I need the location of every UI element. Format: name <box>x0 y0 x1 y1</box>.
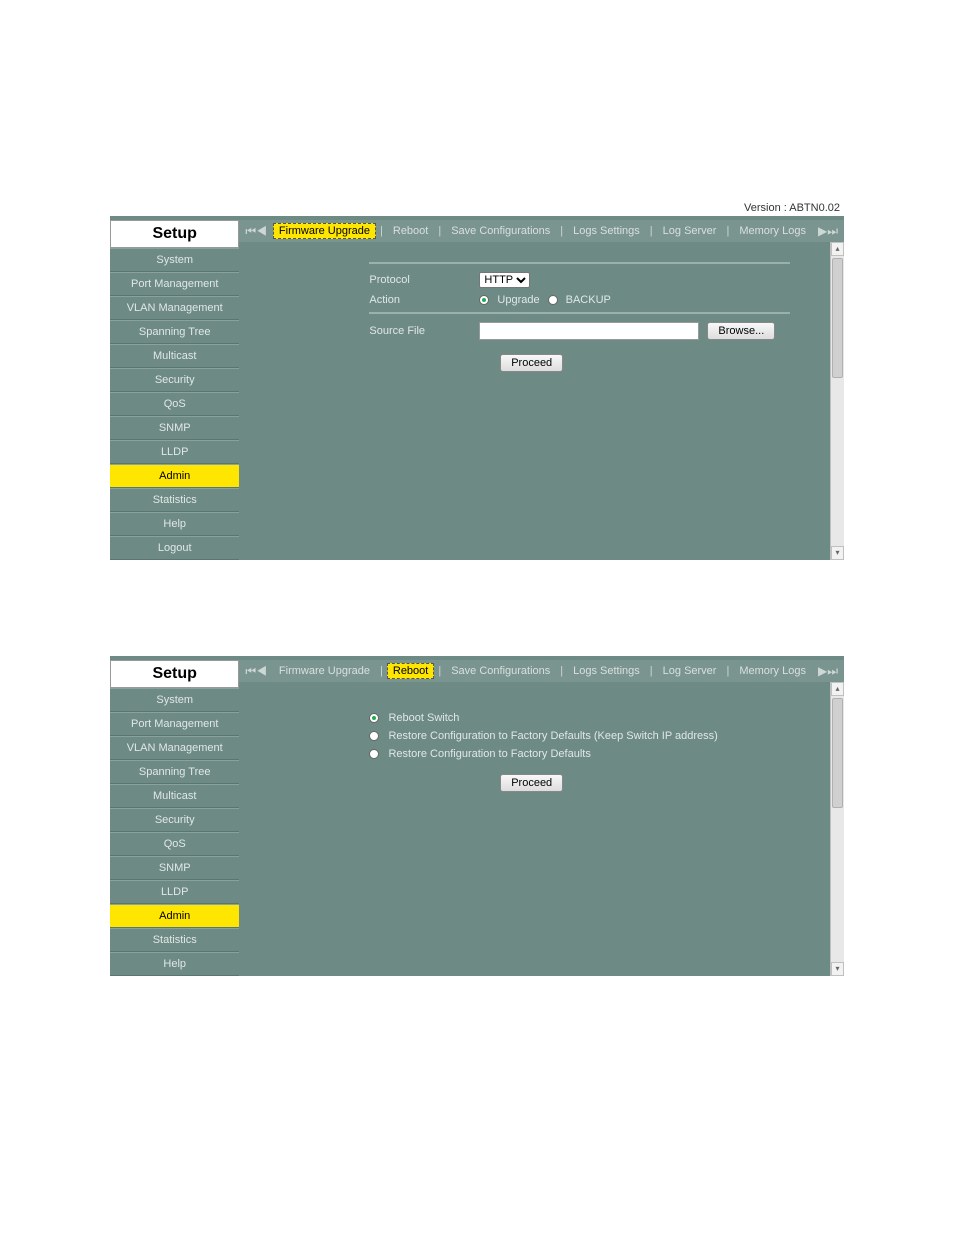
tab-separator: | <box>380 225 383 237</box>
sidebar-item-security[interactable]: Security <box>110 808 239 832</box>
browse-button[interactable]: Browse... <box>707 322 775 340</box>
sidebar-item-system[interactable]: System <box>110 248 239 272</box>
tab-separator: | <box>650 225 653 237</box>
sidebar-item-multicast[interactable]: Multicast <box>110 344 239 368</box>
sidebar-item-statistics[interactable]: Statistics <box>110 928 239 952</box>
sidebar-item-spanning-tree[interactable]: Spanning Tree <box>110 760 239 784</box>
sidebar-item-snmp[interactable]: SNMP <box>110 416 239 440</box>
restore-keepip-radio[interactable] <box>369 731 379 741</box>
sidebar-item-statistics[interactable]: Statistics <box>110 488 239 512</box>
reboot-switch-radio[interactable] <box>369 713 379 723</box>
sidebar-item-qos[interactable]: QoS <box>110 392 239 416</box>
scrollbar[interactable]: ▴ ▾ <box>830 242 844 560</box>
sidebar-item-lldp[interactable]: LLDP <box>110 440 239 464</box>
sidebar-item-security[interactable]: Security <box>110 368 239 392</box>
tab-firmware-upgrade[interactable]: Firmware Upgrade <box>273 223 376 239</box>
scroll-thumb[interactable] <box>832 258 843 378</box>
scroll-up-icon[interactable]: ▴ <box>831 242 844 256</box>
app-window-reboot: Setup SystemPort ManagementVLAN Manageme… <box>110 656 844 976</box>
tabs-right-icon[interactable]: ▶⏭ <box>816 224 840 239</box>
sidebar-item-system[interactable]: System <box>110 688 239 712</box>
sidebar-item-admin[interactable]: Admin <box>110 464 239 488</box>
tab-save-configurations[interactable]: Save Configurations <box>445 223 556 239</box>
tab-separator: | <box>380 665 383 677</box>
restore-defaults-label: Restore Configuration to Factory Default… <box>388 748 590 760</box>
sidebar: Setup SystemPort ManagementVLAN Manageme… <box>110 660 239 976</box>
restore-keepip-label: Restore Configuration to Factory Default… <box>388 730 717 742</box>
sidebar-item-help[interactable]: Help <box>110 512 239 536</box>
sidebar-item-vlan-management[interactable]: VLAN Management <box>110 736 239 760</box>
scroll-down-icon[interactable]: ▾ <box>831 962 844 976</box>
scroll-down-icon[interactable]: ▾ <box>831 546 844 560</box>
tab-bar: ⏮◀ Firmware Upgrade | Reboot | Save Configura… <box>239 220 844 242</box>
content-reboot: Reboot Switch Restore Configuration to F… <box>239 682 844 976</box>
reboot-switch-label: Reboot Switch <box>388 712 459 724</box>
sidebar-item-qos[interactable]: QoS <box>110 832 239 856</box>
sidebar-item-help[interactable]: Help <box>110 952 239 976</box>
proceed-button[interactable]: Proceed <box>500 354 563 372</box>
sidebar-item-admin[interactable]: Admin <box>110 904 239 928</box>
backup-radio[interactable] <box>548 295 558 305</box>
version-label: Version : ABTN0.02 <box>110 200 844 216</box>
proceed-button[interactable]: Proceed <box>500 774 563 792</box>
protocol-label: Protocol <box>369 274 479 286</box>
upgrade-radio-label: Upgrade <box>497 294 539 306</box>
app-window-firmware: Setup SystemPort ManagementVLAN Manageme… <box>110 216 844 560</box>
content-firmware: Protocol HTTP Action Upgrade <box>239 242 844 560</box>
tab-separator: | <box>726 225 729 237</box>
tab-separator: | <box>560 225 563 237</box>
scroll-up-icon[interactable]: ▴ <box>831 682 844 696</box>
restore-defaults-radio[interactable] <box>369 749 379 759</box>
upgrade-radio[interactable] <box>479 295 489 305</box>
protocol-select[interactable]: HTTP <box>479 272 530 288</box>
sidebar-item-multicast[interactable]: Multicast <box>110 784 239 808</box>
sidebar-item-port-management[interactable]: Port Management <box>110 712 239 736</box>
sidebar: Setup SystemPort ManagementVLAN Manageme… <box>110 220 239 560</box>
tab-memory-logs[interactable]: Memory Logs <box>733 223 812 239</box>
sidebar-item-spanning-tree[interactable]: Spanning Tree <box>110 320 239 344</box>
tabs-left-icon[interactable]: ⏮◀ <box>243 664 269 679</box>
tab-separator: | <box>560 665 563 677</box>
tab-log-server[interactable]: Log Server <box>657 223 723 239</box>
sidebar-item-vlan-management[interactable]: VLAN Management <box>110 296 239 320</box>
tab-separator: | <box>438 225 441 237</box>
sidebar-item-lldp[interactable]: LLDP <box>110 880 239 904</box>
scroll-thumb[interactable] <box>832 698 843 808</box>
tab-firmware-upgrade[interactable]: Firmware Upgrade <box>273 663 376 679</box>
sidebar-item-port-management[interactable]: Port Management <box>110 272 239 296</box>
action-label: Action <box>369 294 479 306</box>
tab-logs-settings[interactable]: Logs Settings <box>567 223 646 239</box>
main-area: ⏮◀ Firmware Upgrade | Reboot | Save Configura… <box>239 220 844 560</box>
tabs-left-icon[interactable]: ⏮◀ <box>243 224 269 239</box>
tab-memory-logs[interactable]: Memory Logs <box>733 663 812 679</box>
sidebar-title: Setup <box>110 220 239 248</box>
tabs-right-icon[interactable]: ▶⏭ <box>816 664 840 679</box>
scrollbar[interactable]: ▴ ▾ <box>830 682 844 976</box>
tab-logs-settings[interactable]: Logs Settings <box>567 663 646 679</box>
tab-reboot[interactable]: Reboot <box>387 663 434 679</box>
tab-separator: | <box>726 665 729 677</box>
tab-separator: | <box>650 665 653 677</box>
tab-separator: | <box>438 665 441 677</box>
tab-reboot[interactable]: Reboot <box>387 223 434 239</box>
tab-save-configurations[interactable]: Save Configurations <box>445 663 556 679</box>
sidebar-item-logout[interactable]: Logout <box>110 536 239 560</box>
tab-bar: ⏮◀ Firmware Upgrade | Reboot | Save Configura… <box>239 660 844 682</box>
tab-log-server[interactable]: Log Server <box>657 663 723 679</box>
main-area: ⏮◀ Firmware Upgrade | Reboot | Save Configura… <box>239 660 844 976</box>
backup-radio-label: BACKUP <box>566 294 611 306</box>
sourcefile-label: Source File <box>369 325 479 337</box>
sidebar-title: Setup <box>110 660 239 688</box>
sidebar-item-snmp[interactable]: SNMP <box>110 856 239 880</box>
sourcefile-input[interactable] <box>479 322 699 340</box>
